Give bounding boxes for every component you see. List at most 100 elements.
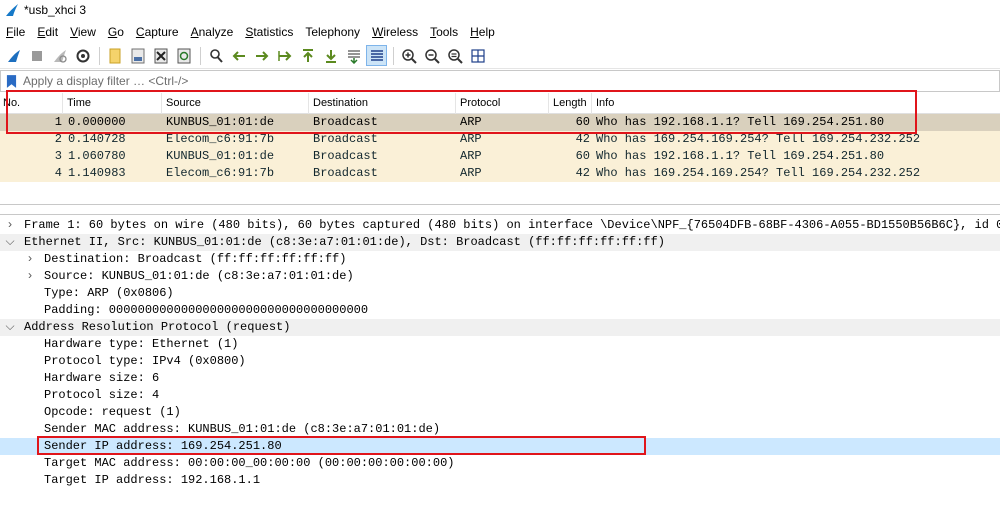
arrow-right-icon [255, 50, 268, 61]
detail-arp-sender-ip[interactable]: Sender IP address: 169.254.251.80 [0, 438, 1000, 455]
detail-text: Target MAC address: 00:00:00_00:00:00 (0… [44, 456, 455, 470]
packet-time: 0.140728 [68, 132, 126, 146]
zoom-out-button[interactable] [421, 45, 442, 66]
packet-no: 4 [54, 166, 62, 180]
chevron-right-icon[interactable]: › [24, 268, 36, 285]
detail-arp[interactable]: ⌵ Address Resolution Protocol (request) [0, 319, 1000, 336]
zoom-in-icon [401, 48, 417, 64]
colorize-button[interactable] [366, 45, 387, 66]
reload-file-button[interactable] [173, 45, 194, 66]
packet-row[interactable]: 1 0.000000 KUNBUS_01:01:de Broadcast ARP… [0, 114, 1000, 131]
detail-eth-destination[interactable]: › Destination: Broadcast (ff:ff:ff:ff:ff… [0, 251, 1000, 268]
detail-arp-sender-mac[interactable]: Sender MAC address: KUNBUS_01:01:de (c8:… [0, 421, 1000, 438]
detail-eth-type[interactable]: Type: ARP (0x0806) [0, 285, 1000, 302]
search-icon [209, 48, 223, 63]
packet-time: 0.000000 [68, 115, 126, 129]
detail-ethernet[interactable]: ⌵ Ethernet II, Src: KUNBUS_01:01:de (c8:… [0, 234, 1000, 251]
close-file-button[interactable] [150, 45, 171, 66]
packet-info: Who has 169.254.169.254? Tell 169.254.23… [596, 132, 921, 146]
go-back-button[interactable] [228, 45, 249, 66]
packet-source: Elecom_c6:91:7b [166, 166, 275, 180]
capture-options-button[interactable] [72, 45, 93, 66]
packet-info: Who has 169.254.169.254? Tell 169.254.23… [596, 166, 921, 180]
window-title: *usb_xhci 3 [24, 3, 87, 17]
zoom-in-button[interactable] [398, 45, 419, 66]
bookmark-icon[interactable] [3, 72, 19, 90]
menu-wireless[interactable]: Wireless [372, 25, 418, 39]
display-filter-input[interactable] [19, 71, 999, 91]
detail-arp-target-ip[interactable]: Target IP address: 192.168.1.1 [0, 472, 1000, 489]
packet-source: KUNBUS_01:01:de [166, 149, 275, 163]
detail-text: Hardware type: Ethernet (1) [44, 337, 239, 351]
packet-no: 2 [54, 132, 62, 146]
menu-view[interactable]: View [70, 25, 96, 39]
open-file-button[interactable] [104, 45, 125, 66]
detail-text: Padding: 0000000000000000000000000000000… [44, 303, 369, 317]
menu-telephony[interactable]: Telephony [305, 25, 360, 39]
packet-source: KUNBUS_01:01:de [166, 115, 275, 129]
find-packet-button[interactable] [205, 45, 226, 66]
detail-text: Target IP address: 192.168.1.1 [44, 473, 261, 487]
stop-icon [31, 50, 42, 61]
menu-analyze[interactable]: Analyze [191, 25, 234, 39]
menu-capture[interactable]: Capture [136, 25, 179, 39]
column-header-time[interactable]: Time [64, 93, 162, 114]
autoscroll-button[interactable] [343, 45, 364, 66]
detail-eth-padding[interactable]: Padding: 0000000000000000000000000000000… [0, 302, 1000, 319]
menu-file[interactable]: File [6, 25, 25, 39]
detail-arp-proto-size[interactable]: Protocol size: 4 [0, 387, 1000, 404]
packet-row[interactable]: 3 1.060780 KUNBUS_01:01:de Broadcast ARP… [0, 148, 1000, 165]
chevron-right-icon[interactable]: › [4, 217, 16, 234]
arrow-up-bar-icon [302, 48, 313, 62]
chevron-down-icon[interactable]: ⌵ [4, 234, 16, 251]
go-to-packet-button[interactable] [274, 45, 295, 66]
detail-text: Sender MAC address: KUNBUS_01:01:de (c8:… [44, 422, 441, 436]
menu-go[interactable]: Go [108, 25, 124, 39]
menu-statistics[interactable]: Statistics [245, 25, 293, 39]
column-header-source[interactable]: Source [163, 93, 309, 114]
detail-arp-proto-type[interactable]: Protocol type: IPv4 (0x0800) [0, 353, 1000, 370]
detail-frame[interactable]: › Frame 1: 60 bytes on wire (480 bits), … [0, 217, 1000, 234]
chevron-down-icon[interactable]: ⌵ [4, 319, 16, 336]
detail-arp-target-mac[interactable]: Target MAC address: 00:00:00_00:00:00 (0… [0, 455, 1000, 472]
detail-arp-hw-type[interactable]: Hardware type: Ethernet (1) [0, 336, 1000, 353]
menu-help[interactable]: Help [470, 25, 495, 39]
detail-text: Frame 1: 60 bytes on wire (480 bits), 60… [24, 218, 1000, 232]
column-header-info[interactable]: Info [593, 93, 1000, 114]
packet-destination: Broadcast [313, 149, 378, 163]
column-header-no[interactable]: No. [0, 93, 63, 114]
go-forward-button[interactable] [251, 45, 272, 66]
toolbar-separator [200, 46, 201, 65]
normal-size-button[interactable] [444, 45, 465, 66]
column-header-destination[interactable]: Destination [310, 93, 456, 114]
arrow-left-icon [232, 50, 245, 61]
packet-protocol: ARP [460, 166, 482, 180]
packet-row[interactable]: 4 1.140983 Elecom_c6:91:7b Broadcast ARP… [0, 165, 1000, 182]
detail-eth-source[interactable]: › Source: KUNBUS_01:01:de (c8:3e:a7:01:0… [0, 268, 1000, 285]
chevron-right-icon[interactable]: › [24, 251, 36, 268]
column-header-length[interactable]: Length [550, 93, 592, 114]
packet-length: 42 [575, 166, 590, 180]
first-packet-button[interactable] [297, 45, 318, 66]
gear-icon [76, 49, 89, 62]
detail-text: Type: ARP (0x0806) [44, 286, 174, 300]
save-file-button[interactable] [127, 45, 148, 66]
stop-capture-button[interactable] [26, 45, 47, 66]
menu-edit[interactable]: Edit [37, 25, 58, 39]
binary-file-icon [131, 48, 144, 63]
menu-tools[interactable]: Tools [430, 25, 458, 39]
detail-text: Opcode: request (1) [44, 405, 181, 419]
restart-capture-button[interactable] [49, 45, 70, 66]
packet-length: 60 [575, 149, 590, 163]
last-packet-button[interactable] [320, 45, 341, 66]
colorize-lines-icon [370, 49, 383, 61]
start-capture-button[interactable] [3, 45, 24, 66]
detail-arp-hw-size[interactable]: Hardware size: 6 [0, 370, 1000, 387]
packet-row[interactable]: 2 0.140728 Elecom_c6:91:7b Broadcast ARP… [0, 131, 1000, 148]
zoom-reset-icon [447, 48, 463, 64]
detail-arp-opcode[interactable]: Opcode: request (1) [0, 404, 1000, 421]
column-header-protocol[interactable]: Protocol [457, 93, 549, 114]
packet-destination: Broadcast [313, 166, 378, 180]
packet-time: 1.140983 [68, 166, 126, 180]
resize-columns-button[interactable] [467, 45, 488, 66]
